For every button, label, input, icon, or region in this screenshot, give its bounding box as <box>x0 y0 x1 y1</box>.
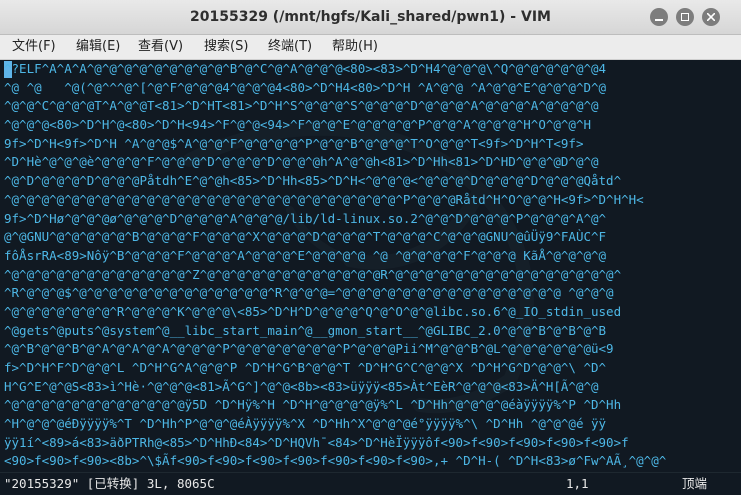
menu-help[interactable]: 帮助(H) <box>332 35 378 59</box>
editor-line: ^@^B^@^@^B^@^A^@^A^@^A^@^@^@^P^@^@^@^@^@… <box>4 341 614 357</box>
minimize-button[interactable] <box>650 8 668 26</box>
terminal-window: 20155329 (/mnt/hgfs/Kali_shared/pwn1) - … <box>0 0 741 495</box>
editor-line: ^@^@^@^@^@^@^@^@^@^@^@^@ÿ5D ^D^Hÿ%^H ^D^… <box>4 397 622 413</box>
editor-line: ^R^@^@^@$^@^@^@^@^@^@^@^@^@^@^@^@^@^R^@^… <box>4 285 614 301</box>
menu-file[interactable]: 文件(F) <box>12 35 56 59</box>
file-content: ^?ELF^A^A^A^@^@^@^@^@^@^@^@^@^B^@^C^@^A^… <box>4 60 666 471</box>
editor-line: ^H^@^@^@éÐÿÿÿÿ%^T ^D^Hh^P^@^@^@éÀÿÿÿÿ%^X… <box>4 416 607 432</box>
editor-line: 9f>^D^Hø^@^@^@ø^@^@^@^D^@^@^@^A^@^@^@/li… <box>4 210 607 226</box>
maximize-button[interactable] <box>676 8 694 26</box>
menu-edit[interactable]: 编辑(E) <box>76 35 120 59</box>
editor-line: ^?ELF^A^A^A^@^@^@^@^@^@^@^@^@^B^@^C^@^A^… <box>4 61 607 76</box>
editor-line: ^@^@^@^@^@^@^@^@^@^@^@^@^@^@^@^@^@^@^@^@… <box>4 191 644 207</box>
editor-line: @^@GNU^@^@^@^@^@^B^@^@^@^F^@^@^@^X^@^@^@… <box>4 229 607 245</box>
vim-editor[interactable]: ^?ELF^A^A^A^@^@^@^@^@^@^@^@^@^B^@^C^@^A^… <box>0 60 741 472</box>
title-bar[interactable]: 20155329 (/mnt/hgfs/Kali_shared/pwn1) - … <box>0 0 741 35</box>
editor-line: ^@^@^@<80>^D^H^@<80>^D^H<94>^F^@^@<94>^F… <box>4 117 591 133</box>
editor-line: H^G^E^@^@S<83>ì^Hè·^@^@^@<81>Ã^G^]^@^@<8… <box>4 378 599 394</box>
scroll-position: 顶端 <box>682 476 708 491</box>
editor-line: <90>f<90>f<90><8b>^\$Ãf<90>f<90>f<90>f<9… <box>4 453 667 469</box>
editor-line: ^@gets^@puts^@system^@__libc_start_main^… <box>4 322 607 338</box>
editor-line: ^@^@^@^@^@^@^@^R^@^@^@^K^@^@^@\<85>^D^H^… <box>4 303 622 319</box>
editor-line: ^@^@^C^@^@^@T^A^@^@T<81>^D^HT<81>^D^H^S^… <box>4 98 599 114</box>
window-title: 20155329 (/mnt/hgfs/Kali_shared/pwn1) - … <box>190 9 551 25</box>
close-icon <box>707 13 715 21</box>
editor-line: ^@^D^@^@^@^D^@^@^@Påtdh^E^@^@h<85>^D^Hh<… <box>4 173 622 189</box>
editor-line: ^@ ^@ ^@(^@^^^@^[^@^F^@^@^@4^@^@^@4<80>^… <box>4 79 607 95</box>
file-info: "20155329" [已转换] 3L, 8065C <box>4 476 215 491</box>
menu-terminal[interactable]: 终端(T) <box>268 35 312 59</box>
menu-search[interactable]: 搜索(S) <box>204 35 248 59</box>
cursor-position: 1,1 <box>566 476 589 491</box>
editor-line: fôÅsrRA<89>Nôÿ^B^@^@^@^F^@^@^@^A^@^@^@^E… <box>4 247 607 263</box>
vim-status-line: "20155329" [已转换] 3L, 8065C 1,1 顶端 <box>0 472 741 495</box>
editor-line: ÿÿ1í^<89>á<83>äðPTRh@<85>^D^HhÐ<84>^D^HQ… <box>4 434 629 450</box>
editor-line: ^D^Hè^@^@^@è^@^@^@^F^@^@^@^D^@^@^@^D^@^@… <box>4 154 599 170</box>
menu-view[interactable]: 查看(V) <box>138 35 183 59</box>
editor-line: 9f>^D^H<9f>^D^H ^A^@^@$^A^@^@^F^@^@^@^@^… <box>4 135 584 151</box>
close-button[interactable] <box>702 8 720 26</box>
menu-bar: 文件(F) 编辑(E) 查看(V) 搜索(S) 终端(T) 帮助(H) <box>0 35 741 60</box>
editor-line: f>^D^H^F^D^@^@^L ^D^H^G^A^@^@^P ^D^H^G^B… <box>4 360 607 375</box>
editor-line: ^@^@^@^@^@^@^@^@^@^@^@^@^Z^@^@^@^@^@^@^@… <box>4 266 622 282</box>
